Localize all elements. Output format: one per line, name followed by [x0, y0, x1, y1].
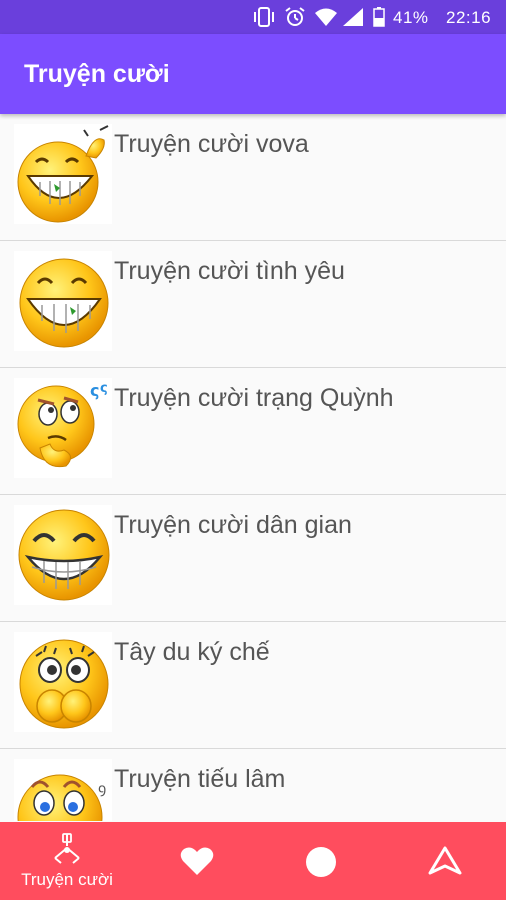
circle-icon: [305, 846, 337, 883]
smiley-shy-icon: [14, 632, 112, 732]
clock: 22:16: [446, 8, 492, 27]
nav-tab-more[interactable]: [382, 822, 506, 900]
list-item-label: Truyện cười vova: [114, 130, 309, 158]
list-item-label: Truyện cười dân gian: [114, 511, 352, 539]
smiley-thinking-icon: ς ς: [14, 378, 112, 478]
list-item[interactable]: ς ς Truyện cười trạng Quỳnh: [0, 368, 506, 495]
nav-tab-circle[interactable]: [258, 822, 384, 900]
nav-tab-favorites[interactable]: [134, 822, 260, 900]
svg-text:ς: ς: [100, 381, 108, 396]
list-item[interactable]: Truyện cười dân gian: [0, 495, 506, 622]
alarm-icon: [284, 7, 306, 27]
page-title: Truyện cười: [24, 60, 170, 88]
smiley-peek-icon: ꝯ: [14, 759, 112, 821]
heart-icon: [180, 846, 214, 881]
list-item-label: Tây du ký chế: [114, 638, 270, 666]
list-item[interactable]: Truyện cười tình yêu: [0, 241, 506, 368]
vibrate-icon: [252, 7, 276, 27]
joke-category-list[interactable]: Truyện cười vova Truyện cười tình yêu ς …: [0, 114, 506, 822]
list-item-label: Truyện cười trạng Quỳnh: [114, 384, 394, 412]
battery-icon: [373, 7, 385, 27]
list-item-label: Truyện tiếu lâm: [114, 765, 286, 793]
list-item[interactable]: ꝯ Truyện tiếu lâm: [0, 749, 506, 822]
smiley-laughing-icon: [14, 505, 112, 605]
svg-text:ς: ς: [90, 381, 99, 400]
status-bar: 41% 22:16: [0, 0, 506, 34]
svg-text:ꝯ: ꝯ: [98, 781, 106, 797]
wifi-icon: [314, 7, 338, 27]
list-item[interactable]: Truyện cười vova: [0, 114, 506, 241]
joke-book-icon: [50, 832, 84, 871]
smiley-grin-icon: [14, 251, 112, 351]
bottom-navigation: Truyện cười: [0, 822, 506, 900]
list-item-label: Truyện cười tình yêu: [114, 257, 345, 285]
up-arrow-icon: [428, 846, 462, 881]
smiley-thumbs-up-icon: [14, 124, 112, 224]
signal-icon: [342, 7, 364, 27]
app-bar: Truyện cười: [0, 34, 506, 114]
nav-tab-label: Truyện cười: [21, 870, 113, 889]
nav-tab-jokes[interactable]: Truyện cười: [4, 822, 130, 900]
list-item[interactable]: Tây du ký chế: [0, 622, 506, 749]
battery-percent: 41%: [393, 8, 429, 27]
